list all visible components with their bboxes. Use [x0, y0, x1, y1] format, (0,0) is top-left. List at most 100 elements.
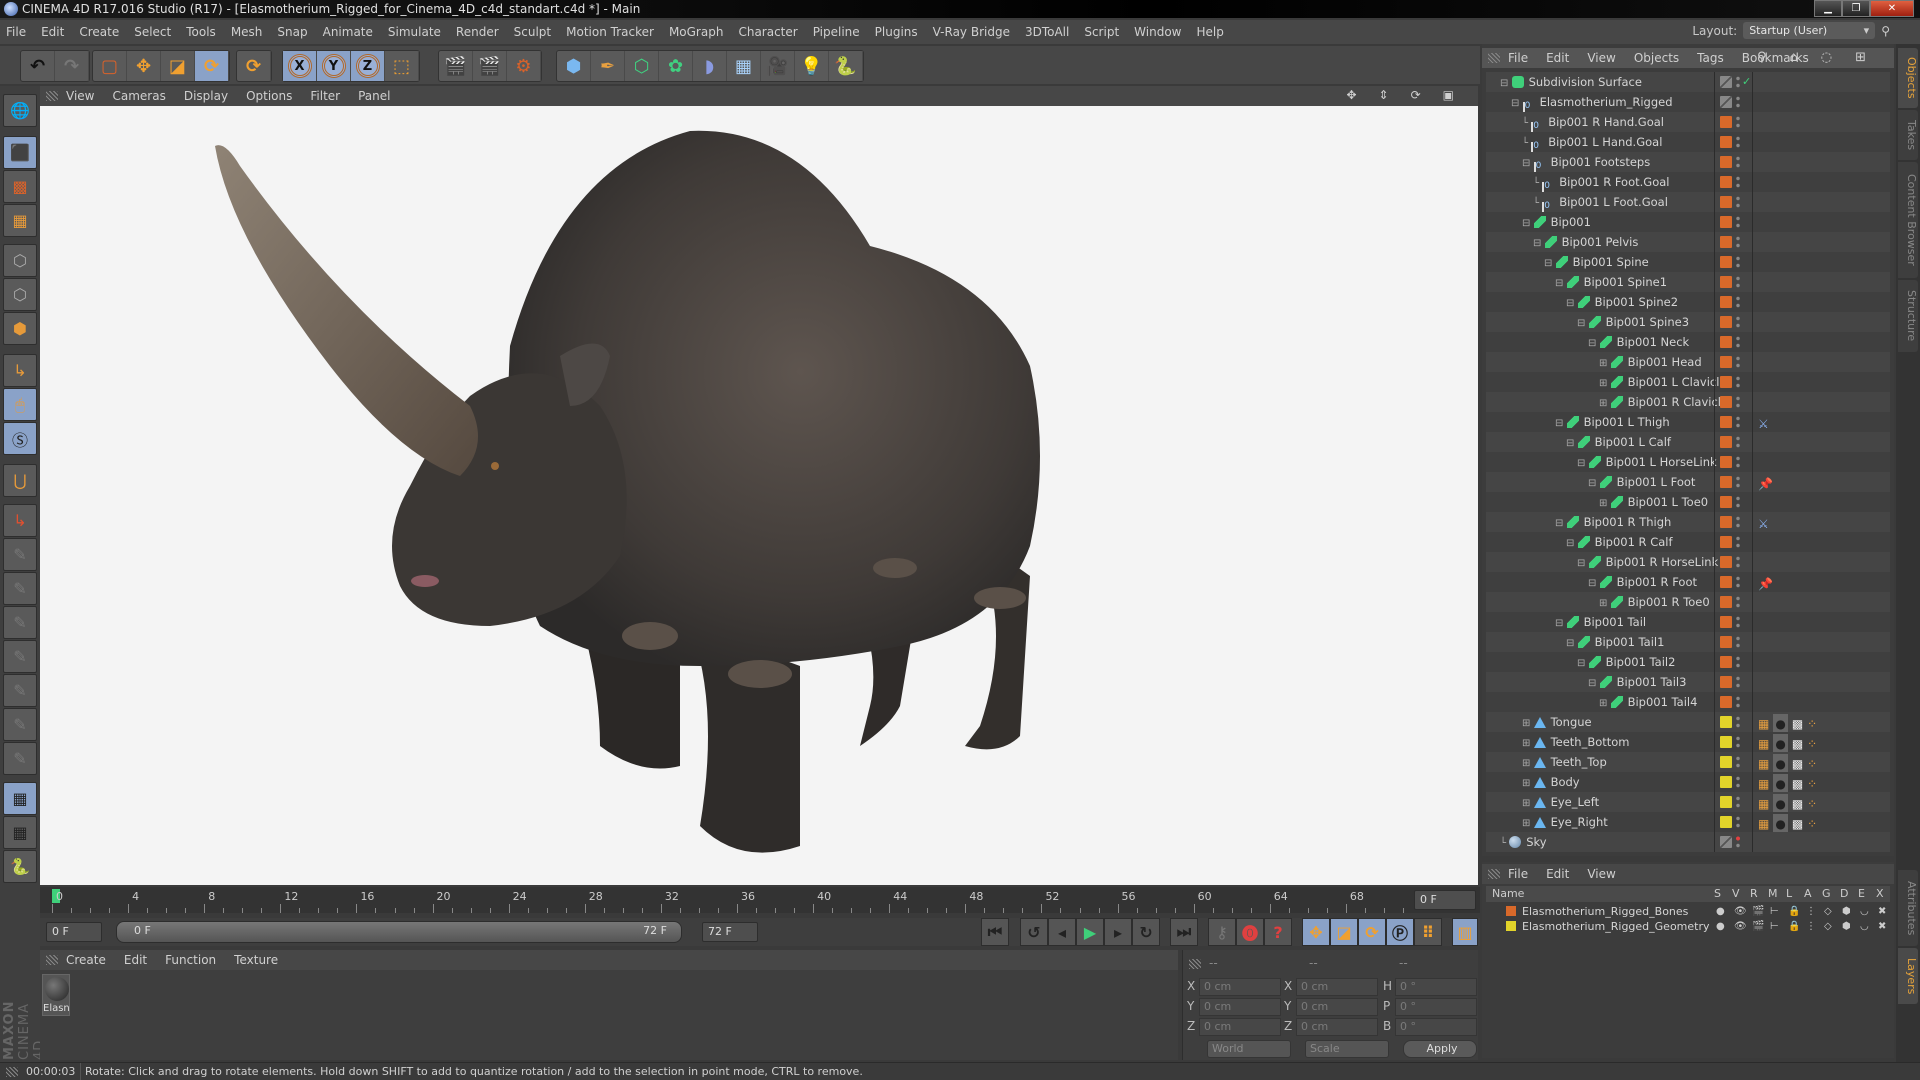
viewport-menu-options[interactable]: Options — [246, 89, 292, 103]
expand-toggle-icon[interactable]: ⊟ — [1577, 458, 1589, 469]
ik-edit-icon[interactable]: ✎ — [3, 742, 37, 775]
object-row[interactable]: ⊟ Bip001 — [1486, 212, 1890, 232]
expand-toggle-icon[interactable]: ⊞ — [1522, 738, 1534, 749]
menu-3dtoall[interactable]: 3DToAll — [1025, 25, 1069, 39]
object-row[interactable]: ⊟ Bip001 R Thigh ⚔ — [1486, 512, 1890, 532]
layer-locked-icon[interactable]: 🔒 — [1788, 919, 1800, 934]
material-menu-texture[interactable]: Texture — [234, 953, 278, 967]
object-row[interactable]: ⊞ Bip001 Tail4 — [1486, 692, 1890, 712]
viewport-toggle-icon[interactable]: ▣ — [1443, 88, 1454, 102]
position-z-field[interactable]: 0 cm — [1199, 1018, 1281, 1036]
material-tag-icon[interactable]: ● — [1773, 754, 1788, 774]
visibility-dots[interactable] — [1736, 815, 1740, 829]
object-name[interactable]: Bip001 L Hand.Goal — [1548, 135, 1662, 149]
current-frame-field[interactable]: 0 F — [1414, 890, 1476, 910]
expand-toggle-icon[interactable]: ⊞ — [1599, 378, 1611, 389]
ik-target-icon[interactable]: ✎ — [3, 674, 37, 707]
size-z-field[interactable]: 0 cm — [1296, 1018, 1378, 1036]
layers-menu-view[interactable]: View — [1587, 867, 1615, 881]
ik-r-icon[interactable]: ✎ — [3, 606, 37, 639]
layer-name[interactable]: Elasmotherium_Rigged_Geometry — [1522, 919, 1710, 934]
ik-pole-icon[interactable]: ✎ — [3, 708, 37, 741]
object-row[interactable]: ⊟ Bip001 Spine3 — [1486, 312, 1890, 332]
edges-mode-icon[interactable]: ⬡ — [3, 278, 37, 311]
layer-color-swatch[interactable] — [1720, 376, 1732, 388]
weight-tag-icon[interactable]: ▦ — [1758, 754, 1769, 774]
size-x-field[interactable]: 0 cm — [1296, 978, 1378, 996]
object-name[interactable]: Bip001 Tail1 — [1595, 635, 1665, 649]
autokeying-button[interactable]: ⓿ — [1236, 918, 1264, 946]
tweak-mode-icon[interactable]: 🖱 — [3, 388, 37, 421]
object-row[interactable]: ⊟ Bip001 L Calf — [1486, 432, 1890, 452]
uvw-tag-icon[interactable]: ▩ — [1792, 754, 1803, 774]
layer-color-swatch[interactable] — [1720, 636, 1732, 648]
next-frame-button[interactable]: ▸ — [1104, 918, 1132, 946]
snap-icon[interactable]: ⋃ — [3, 464, 37, 497]
visibility-dots[interactable] — [1736, 355, 1740, 369]
visibility-dots[interactable] — [1736, 175, 1740, 189]
layer-column-x[interactable]: X — [1876, 886, 1884, 902]
object-name[interactable]: Bip001 Footsteps — [1551, 155, 1651, 169]
layer-color-swatch[interactable] — [1720, 416, 1732, 428]
previous-frame-button[interactable]: ◂ — [1048, 918, 1076, 946]
expand-toggle-icon[interactable]: ⊟ — [1555, 418, 1567, 429]
layer-deformers-icon[interactable]: ⬢ — [1842, 904, 1851, 919]
layer-none-icon[interactable] — [1720, 96, 1732, 108]
layer-row[interactable]: Elasmotherium_Rigged_Bones ● 👁 🎬 ⊢ 🔒 ⋮ ◇ ⬢ ◡ ✖ — [1486, 904, 1890, 919]
new-window-icon[interactable]: ⊞ — [1855, 50, 1866, 65]
object-name[interactable]: Sky — [1526, 835, 1546, 849]
expand-toggle-icon[interactable]: ⊟ — [1588, 678, 1600, 689]
render-picture-viewer-icon[interactable]: 🎬 — [473, 51, 507, 81]
redo-icon[interactable]: ↷ — [55, 51, 89, 81]
layer-color-swatch[interactable] — [1720, 276, 1732, 288]
expand-toggle-icon[interactable]: ⊟ — [1533, 238, 1545, 249]
selection-tag-icon[interactable]: ⁘ — [1807, 774, 1817, 794]
visibility-dots[interactable] — [1736, 95, 1740, 109]
object-name[interactable]: Bip001 R HorseLink — [1606, 555, 1719, 569]
object-name[interactable]: Bip001 R Toe0 — [1628, 595, 1710, 609]
object-name[interactable]: Bip001 Spine3 — [1606, 315, 1689, 329]
visibility-dots[interactable] — [1736, 555, 1740, 569]
layer-color-swatch[interactable] — [1720, 476, 1732, 488]
subdivision-surface-icon[interactable]: ⬡ — [625, 51, 659, 81]
render-settings-icon[interactable]: ⚙ — [507, 51, 541, 81]
layer-color-swatch[interactable] — [1720, 696, 1732, 708]
undo-icon[interactable]: ↶ — [21, 51, 55, 81]
object-row[interactable]: ⊟ Bip001 Pelvis — [1486, 232, 1890, 252]
menu-v-ray-bridge[interactable]: V-Ray Bridge — [933, 25, 1010, 39]
viewport-move-icon[interactable]: ✥ — [1346, 88, 1356, 102]
object-row[interactable]: ⊟ Subdivision Surface ✓ — [1486, 72, 1890, 92]
menu-help[interactable]: Help — [1196, 25, 1223, 39]
expand-toggle-icon[interactable]: ⊟ — [1566, 538, 1578, 549]
visibility-dots[interactable] — [1736, 455, 1740, 469]
layer-color-swatch[interactable] — [1720, 496, 1732, 508]
render-view-icon[interactable]: 🎬 — [439, 51, 473, 81]
coordinate-mode-dropdown[interactable]: World — [1207, 1040, 1291, 1058]
object-name[interactable]: Bip001 Tail4 — [1628, 695, 1698, 709]
visibility-dots[interactable] — [1736, 135, 1740, 149]
uvw-tag-icon[interactable]: ▩ — [1792, 814, 1803, 834]
object-row[interactable]: ⊞ Eye_Left ▦ ● ▩ ⁘ — [1486, 792, 1890, 814]
pen-spline-icon[interactable]: ✒ — [591, 51, 625, 81]
search-icon[interactable]: ⚲ — [1881, 24, 1890, 38]
menu-simulate[interactable]: Simulate — [388, 25, 441, 39]
panel-grip-icon[interactable] — [1488, 53, 1500, 63]
viewport-menu-cameras[interactable]: Cameras — [112, 89, 165, 103]
visibility-dots[interactable] — [1736, 215, 1740, 229]
expand-toggle-icon[interactable]: ⊟ — [1522, 218, 1534, 229]
polygons-mode-icon[interactable]: ⬢ — [3, 312, 37, 345]
object-name[interactable]: Bip001 Tail2 — [1606, 655, 1676, 669]
layer-animation-icon[interactable]: ⋮ — [1806, 904, 1816, 919]
object-row[interactable]: ⊞ Tongue ▦ ● ▩ ⁘ — [1486, 712, 1890, 734]
layer-color-swatch[interactable] — [1720, 576, 1732, 588]
timeline-window-button[interactable]: ▥ — [1452, 918, 1478, 946]
layer-color-swatch[interactable] — [1720, 396, 1732, 408]
expand-toggle-icon[interactable]: ⊟ — [1588, 338, 1600, 349]
object-name[interactable]: Bip001 Head — [1628, 355, 1702, 369]
layer-color-swatch[interactable] — [1720, 536, 1732, 548]
axis-mode-icon[interactable]: ↳ — [3, 354, 37, 387]
viewport-zoom-icon[interactable]: ⇕ — [1379, 88, 1389, 102]
weight-tag-icon[interactable]: ▦ — [1758, 714, 1769, 734]
visibility-dots[interactable] — [1736, 495, 1740, 509]
move-icon[interactable]: ✥ — [127, 51, 161, 81]
